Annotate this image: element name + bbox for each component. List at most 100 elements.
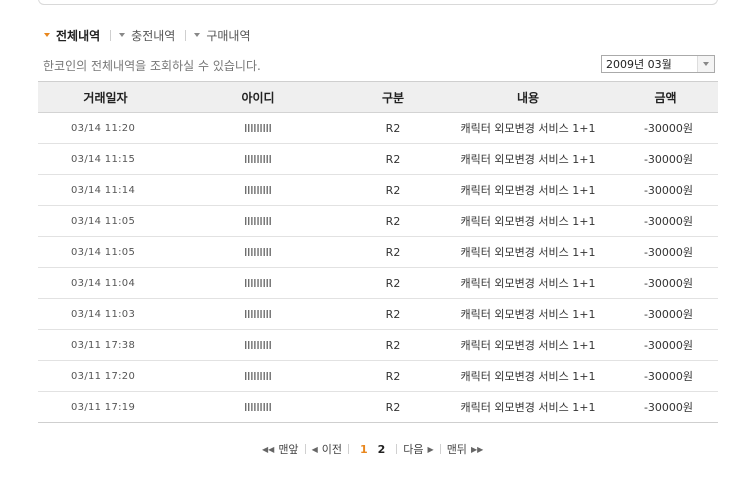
month-select[interactable]: 2009년 03월 [601,55,715,73]
tab-label: 전체내역 [56,28,101,43]
pager-divider [439,444,441,454]
table-row: 03/14 11:15 lllllllll R2 캐릭터 외모변경 서비스 1+… [38,143,718,175]
page-description: 한코인의 전체내역을 조회하실 수 있습니다. [43,59,261,73]
column-header-date: 거래일자 [38,81,173,113]
cell-date: 03/11 17:19 [38,391,173,423]
table-row: 03/11 17:20 lllllllll R2 캐릭터 외모변경 서비스 1+… [38,360,718,392]
cell-content: 캐릭터 외모변경 서비스 1+1 [443,174,613,206]
table-row: 03/11 17:38 lllllllll R2 캐릭터 외모변경 서비스 1+… [38,329,718,361]
cell-type: R2 [343,236,443,268]
last-page-label: 맨뒤 [446,443,467,456]
first-page-link[interactable]: ◀◀ 맨앞 [262,441,299,457]
cell-content: 캐릭터 외모변경 서비스 1+1 [443,298,613,330]
cell-amount: -30000원 [613,143,718,175]
column-header-id: 아이디 [173,81,343,113]
cell-id: lllllllll [173,112,343,144]
next-page-link[interactable]: 다음 ▶ [403,441,433,457]
prev-page-link[interactable]: ◀ 이전 [312,441,342,457]
double-chevron-left-icon: ◀◀ [262,444,275,454]
cell-type: R2 [343,112,443,144]
cell-type: R2 [343,174,443,206]
first-page-label: 맨앞 [278,443,299,456]
cell-content: 캐릭터 외모변경 서비스 1+1 [443,391,613,423]
month-select-value: 2009년 03월 [606,58,672,71]
cell-id: lllllllll [173,391,343,423]
cell-content: 캐릭터 외모변경 서비스 1+1 [443,205,613,237]
pager-divider [396,444,398,454]
cell-amount: -30000원 [613,329,718,361]
table-row: 03/14 11:14 lllllllll R2 캐릭터 외모변경 서비스 1+… [38,174,718,206]
cell-id: lllllllll [173,143,343,175]
column-header-type: 구분 [343,81,443,113]
cell-id: lllllllll [173,360,343,392]
cell-id: lllllllll [173,329,343,361]
cell-date: 03/14 11:05 [38,236,173,268]
table-row: 03/14 11:03 lllllllll R2 캐릭터 외모변경 서비스 1+… [38,298,718,330]
cell-content: 캐릭터 외모변경 서비스 1+1 [443,267,613,299]
column-header-amount: 금액 [613,81,718,113]
cell-amount: -30000원 [613,391,718,423]
cell-date: 03/14 11:04 [38,267,173,299]
page-number-1[interactable]: 1 [355,443,373,456]
cell-type: R2 [343,329,443,361]
cell-type: R2 [343,360,443,392]
transaction-table: 거래일자 아이디 구분 내용 금액 03/14 11:20 lllllllll … [38,81,718,423]
tab-divider [110,29,112,41]
pager-divider [304,444,306,454]
triangle-down-icon [44,33,50,37]
pagination: ◀◀ 맨앞 ◀ 이전 1 2 다음 ▶ 맨뒤 ▶▶ [262,440,483,458]
chevron-right-icon: ▶ [427,444,434,454]
cell-id: lllllllll [173,267,343,299]
cell-type: R2 [343,205,443,237]
prev-page-label: 이전 [321,443,342,456]
table-row: 03/11 17:19 lllllllll R2 캐릭터 외모변경 서비스 1+… [38,391,718,423]
chevron-left-icon: ◀ [311,444,318,454]
table-row: 03/14 11:20 lllllllll R2 캐릭터 외모변경 서비스 1+… [38,112,718,144]
top-panel-edge [38,0,718,5]
tab-label: 충전내역 [131,28,176,43]
column-header-content: 내용 [443,81,613,113]
cell-amount: -30000원 [613,360,718,392]
cell-id: lllllllll [173,205,343,237]
cell-amount: -30000원 [613,298,718,330]
history-tabs: 전체내역 충전내역 구매내역 [44,26,251,44]
triangle-down-icon [194,33,201,37]
chevron-down-icon[interactable] [697,56,714,72]
cell-date: 03/14 11:05 [38,205,173,237]
cell-id: lllllllll [173,298,343,330]
cell-amount: -30000원 [613,174,718,206]
cell-content: 캐릭터 외모변경 서비스 1+1 [443,143,613,175]
double-chevron-right-icon: ▶▶ [470,444,484,454]
cell-date: 03/14 11:03 [38,298,173,330]
cell-content: 캐릭터 외모변경 서비스 1+1 [443,360,613,392]
cell-amount: -30000원 [613,205,718,237]
cell-date: 03/14 11:14 [38,174,173,206]
cell-content: 캐릭터 외모변경 서비스 1+1 [443,329,613,361]
cell-type: R2 [343,267,443,299]
cell-id: lllllllll [173,174,343,206]
cell-type: R2 [343,391,443,423]
cell-date: 03/11 17:38 [38,329,173,361]
tab-all-history[interactable]: 전체내역 [44,27,100,44]
cell-type: R2 [343,298,443,330]
cell-date: 03/11 17:20 [38,360,173,392]
tab-charge-history[interactable]: 충전내역 [119,27,175,44]
table-row: 03/14 11:05 lllllllll R2 캐릭터 외모변경 서비스 1+… [38,205,718,237]
cell-date: 03/14 11:15 [38,143,173,175]
cell-type: R2 [343,143,443,175]
tab-purchase-history[interactable]: 구매내역 [194,27,251,44]
pager-divider [347,444,349,454]
table-header-row: 거래일자 아이디 구분 내용 금액 [38,81,718,113]
table-row: 03/14 11:05 lllllllll R2 캐릭터 외모변경 서비스 1+… [38,236,718,268]
cell-amount: -30000원 [613,267,718,299]
cell-date: 03/14 11:20 [38,112,173,144]
page-number-2[interactable]: 2 [373,443,391,456]
cell-amount: -30000원 [613,112,718,144]
last-page-link[interactable]: 맨뒤 ▶▶ [447,441,484,457]
table-row: 03/14 11:04 lllllllll R2 캐릭터 외모변경 서비스 1+… [38,267,718,299]
triangle-down-icon [119,33,126,37]
cell-content: 캐릭터 외모변경 서비스 1+1 [443,236,613,268]
cell-id: lllllllll [173,236,343,268]
next-page-label: 다음 [403,443,424,456]
cell-content: 캐릭터 외모변경 서비스 1+1 [443,112,613,144]
